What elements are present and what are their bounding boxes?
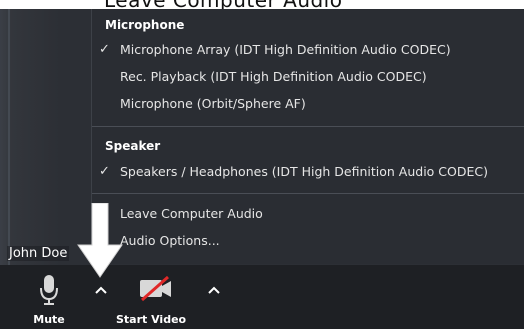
video-area-edge bbox=[8, 9, 10, 265]
video-options-chevron-up-icon[interactable] bbox=[206, 283, 222, 299]
menu-item-label: Leave Computer Audio bbox=[120, 206, 263, 221]
start-video-label: Start Video bbox=[116, 313, 187, 326]
arrow-cursor-icon bbox=[77, 203, 123, 278]
participant-name: John Doe bbox=[7, 246, 70, 261]
menu-item-label: Audio Options... bbox=[120, 233, 220, 248]
mute-label: Mute bbox=[33, 313, 65, 326]
microphone-section-header: Microphone bbox=[105, 18, 185, 32]
menu-item-audio-options[interactable]: Audio Options... bbox=[92, 230, 524, 252]
microphone-icon bbox=[40, 275, 58, 305]
checkmark-icon: ✓ bbox=[99, 42, 110, 57]
audio-menu: Microphone ✓ Microphone Array (IDT High … bbox=[91, 9, 524, 264]
start-video-button[interactable]: Start Video bbox=[116, 265, 187, 329]
menu-item-speakers-headphones[interactable]: ✓ Speakers / Headphones (IDT High Defini… bbox=[92, 161, 524, 183]
top-title-text: Leave Computer Audio bbox=[104, 0, 342, 9]
top-title-strip: Leave Computer Audio bbox=[0, 0, 524, 9]
speaker-section-header: Speaker bbox=[105, 139, 161, 153]
menu-item-label: Microphone (Orbit/Sphere AF) bbox=[120, 96, 306, 111]
menu-item-leave-computer-audio[interactable]: Leave Computer Audio bbox=[92, 203, 524, 225]
menu-divider bbox=[92, 193, 524, 194]
menu-item-rec-playback[interactable]: Rec. Playback (IDT High Definition Audio… bbox=[92, 66, 524, 88]
audio-options-chevron-up-icon[interactable] bbox=[93, 283, 109, 299]
video-camera-off-icon bbox=[140, 276, 171, 302]
menu-item-label: Rec. Playback (IDT High Definition Audio… bbox=[120, 69, 427, 84]
menu-item-label: Speakers / Headphones (IDT High Definiti… bbox=[120, 164, 488, 179]
menu-divider bbox=[92, 126, 524, 127]
menu-item-orbit-sphere[interactable]: Microphone (Orbit/Sphere AF) bbox=[92, 93, 524, 115]
checkmark-icon: ✓ bbox=[99, 164, 110, 179]
menu-item-label: Microphone Array (IDT High Definition Au… bbox=[120, 42, 451, 57]
menu-item-microphone-array[interactable]: ✓ Microphone Array (IDT High Definition … bbox=[92, 39, 524, 61]
mute-button[interactable]: Mute bbox=[24, 265, 74, 329]
